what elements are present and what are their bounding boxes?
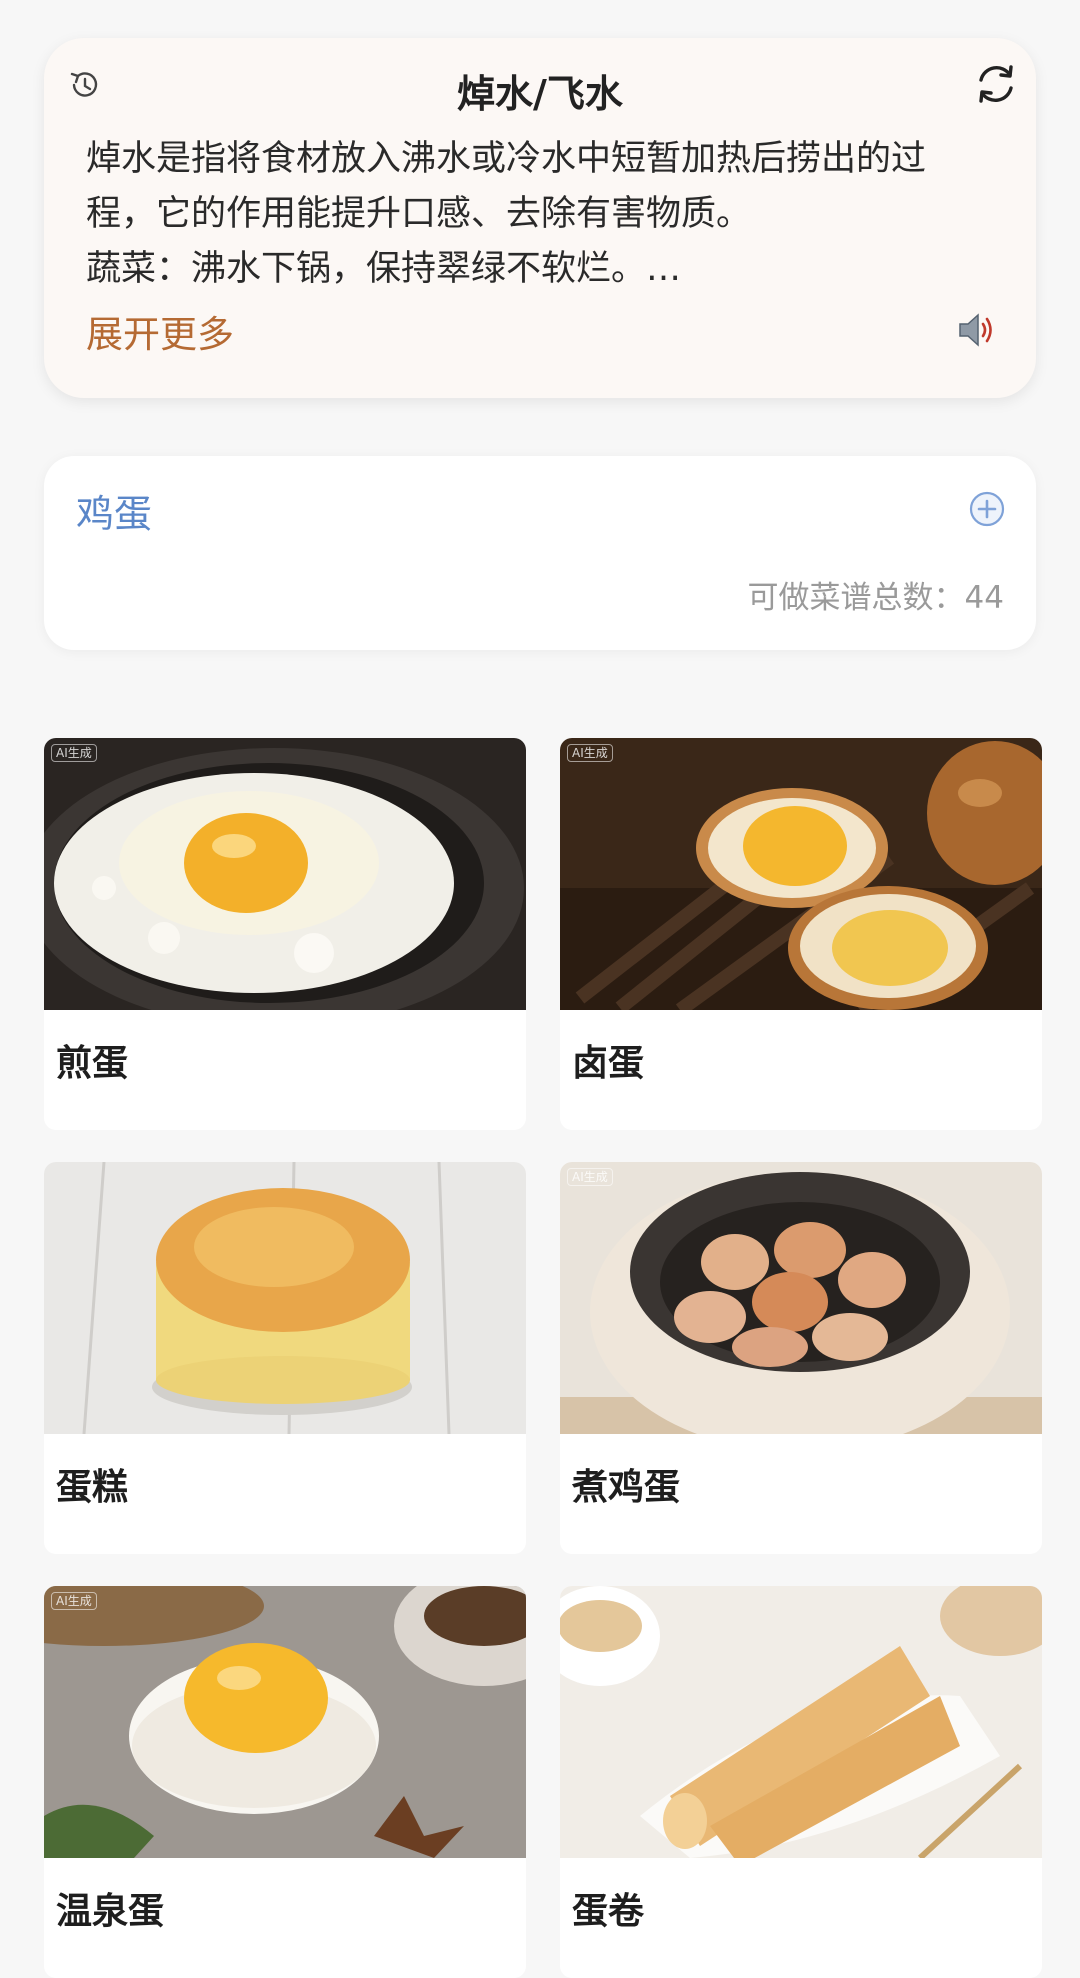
refresh-icon[interactable] [972, 60, 1020, 108]
ingredient-tag[interactable]: 鸡蛋 [76, 488, 152, 540]
recipe-card[interactable]: 蛋卷 [560, 1586, 1042, 1978]
ai-badge: AI生成 [567, 1168, 613, 1186]
ai-badge: AI生成 [51, 744, 97, 762]
recipe-title: 蛋卷 [572, 1891, 645, 1932]
recipe-title: 煮鸡蛋 [572, 1467, 681, 1508]
expand-more-link[interactable]: 展开更多 [86, 310, 234, 360]
tip-line: 程，它的作用能提升口感、去除有害物质。 [86, 194, 752, 234]
ai-badge: AI生成 [51, 1592, 97, 1610]
recipe-image [560, 1162, 1042, 1434]
recipe-image [44, 1162, 526, 1434]
recipe-card[interactable]: AI生成 温泉蛋 [44, 1586, 526, 1978]
tip-description: 焯水是指将食材放入沸水或冷水中短暂加热后捞出的过 程，它的作用能提升口感、去除有… [86, 132, 1006, 297]
recipe-image [44, 1586, 526, 1858]
plus-circle-icon[interactable] [968, 490, 1006, 528]
tip-line: 蔬菜：沸水下锅，保持翠绿不软烂。… [86, 249, 682, 289]
recipe-image [560, 1586, 1042, 1858]
recipe-image [44, 738, 526, 1010]
tip-title: 焯水/飞水 [457, 72, 623, 116]
ingredient-card [44, 456, 1036, 650]
ai-badge: AI生成 [567, 744, 613, 762]
recipe-title: 卤蛋 [572, 1043, 645, 1084]
recipe-title: 蛋糕 [56, 1467, 129, 1508]
recipe-title: 煎蛋 [56, 1043, 129, 1084]
recipe-count: 可做菜谱总数：44 [747, 580, 1004, 616]
recipe-card[interactable]: AI生成 卤蛋 [560, 738, 1042, 1130]
recipe-title: 温泉蛋 [56, 1891, 165, 1932]
speaker-icon[interactable] [954, 308, 998, 352]
recipe-card[interactable]: 蛋糕 [44, 1162, 526, 1554]
tip-line: 焯水是指将食材放入沸水或冷水中短暂加热后捞出的过 [86, 139, 927, 179]
recipe-card[interactable]: AI生成 煮鸡蛋 [560, 1162, 1042, 1554]
recipe-image [560, 738, 1042, 1010]
recipe-card[interactable]: AI生成 煎蛋 [44, 738, 526, 1130]
